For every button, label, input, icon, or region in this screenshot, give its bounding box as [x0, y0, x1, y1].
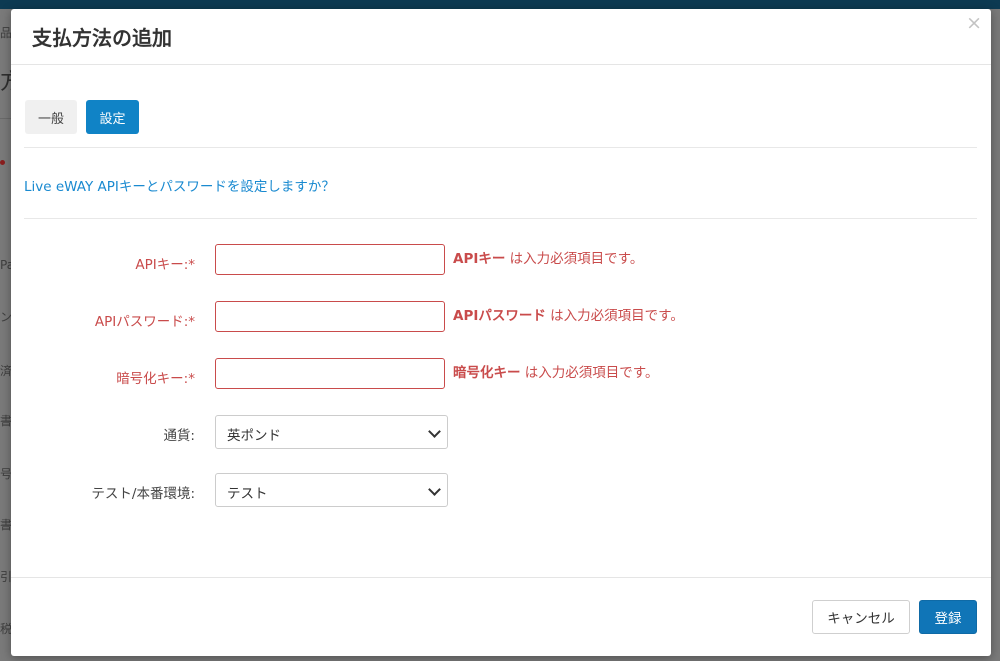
chevron-down-icon: [428, 425, 441, 438]
api-password-row: APIパスワード:* APIパスワード は入力必須項目です。: [11, 301, 991, 335]
cancel-button[interactable]: キャンセル: [812, 600, 910, 634]
required-mark: *: [188, 371, 195, 387]
add-payment-method-dialog: 支払方法の追加 × 一般 設定 Live eWAY APIキーとパスワードを設定…: [11, 9, 991, 656]
currency-label: 通貨:: [163, 428, 195, 444]
dialog-header: 支払方法の追加 ×: [11, 9, 991, 65]
api-password-label: APIパスワード:*: [94, 314, 195, 330]
api-key-input[interactable]: [215, 244, 445, 275]
encryption-key-label: 暗号化キー:*: [116, 371, 195, 387]
section-divider: [24, 218, 977, 219]
required-mark: *: [188, 257, 195, 273]
dialog-title: 支払方法の追加: [32, 26, 172, 50]
api-password-error: APIパスワード は入力必須項目です。: [453, 308, 684, 324]
tab-settings[interactable]: 設定: [86, 100, 139, 134]
section-divider: [24, 147, 977, 148]
background-dot: [0, 160, 5, 165]
api-password-input[interactable]: [215, 301, 445, 332]
currency-select[interactable]: 英ポンド: [215, 415, 448, 449]
environment-label: テスト/本番環境:: [91, 486, 195, 502]
currency-row: 通貨: 英ポンド: [11, 415, 991, 449]
environment-row: テスト/本番環境: テスト: [11, 473, 991, 507]
encryption-key-row: 暗号化キー:* 暗号化キー は入力必須項目です。: [11, 358, 991, 392]
register-button[interactable]: 登録: [919, 600, 977, 634]
chevron-down-icon: [428, 483, 441, 496]
required-mark: *: [188, 314, 195, 330]
background-topbar: [0, 0, 1000, 9]
api-key-label: APIキー:*: [135, 257, 195, 273]
api-key-error: APIキー は入力必須項目です。: [453, 251, 644, 267]
dialog-footer-divider: [11, 577, 991, 578]
tab-general[interactable]: 一般: [25, 100, 77, 134]
api-key-row: APIキー:* APIキー は入力必須項目です。: [11, 244, 991, 278]
encryption-key-error: 暗号化キー は入力必須項目です。: [453, 365, 659, 381]
settings-notice: Live eWAY APIキーとパスワードを設定しますか？: [24, 179, 335, 195]
environment-value: テスト: [227, 486, 268, 502]
environment-select[interactable]: テスト: [215, 473, 448, 507]
encryption-key-input[interactable]: [215, 358, 445, 389]
close-icon[interactable]: ×: [966, 14, 982, 33]
currency-value: 英ポンド: [227, 428, 281, 444]
